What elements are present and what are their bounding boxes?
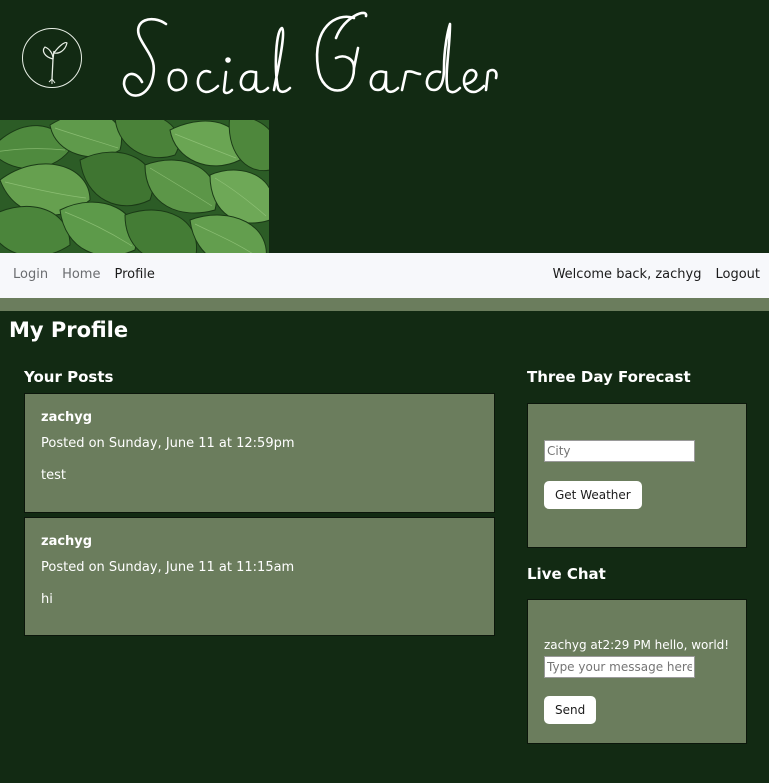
welcome-message: Welcome back, zachyg — [552, 267, 702, 282]
nav-link-login[interactable]: Login — [13, 267, 48, 282]
brand-logotype — [118, 8, 498, 108]
page-title: My Profile — [9, 318, 129, 342]
hosta-leaves-banner-image — [0, 120, 269, 253]
chat-message: zachyg at2:29 PM hello, world! — [544, 638, 730, 652]
send-button[interactable]: Send — [544, 696, 597, 724]
post-card: zachyg Posted on Sunday, June 11 at 11:1… — [24, 517, 495, 636]
nav-link-profile[interactable]: Profile — [114, 267, 154, 282]
post-date: Posted on Sunday, June 11 at 12:59pm — [41, 436, 295, 451]
top-navbar: Login Home Profile Welcome back, zachyg … — [0, 253, 769, 298]
site-header — [0, 0, 769, 120]
chat-message-input[interactable] — [544, 656, 695, 678]
post-card: zachyg Posted on Sunday, June 11 at 12:5… — [24, 393, 495, 513]
logout-link[interactable]: Logout — [715, 267, 760, 282]
your-posts-heading: Your Posts — [24, 368, 114, 386]
post-body: test — [41, 468, 66, 483]
navbar-accent-divider — [0, 298, 769, 311]
forecast-heading: Three Day Forecast — [527, 368, 691, 386]
live-chat-heading: Live Chat — [527, 565, 606, 583]
post-body: hi — [41, 592, 53, 607]
city-input[interactable] — [544, 440, 695, 462]
post-date: Posted on Sunday, June 11 at 11:15am — [41, 560, 295, 575]
post-author: zachyg — [41, 534, 93, 549]
post-author: zachyg — [41, 410, 93, 425]
nav-link-home[interactable]: Home — [62, 267, 100, 282]
live-chat-card: zachyg at2:29 PM hello, world! Send — [527, 599, 747, 744]
forecast-card: Get Weather — [527, 403, 747, 548]
sprout-icon — [22, 28, 82, 88]
get-weather-button[interactable]: Get Weather — [544, 481, 642, 509]
